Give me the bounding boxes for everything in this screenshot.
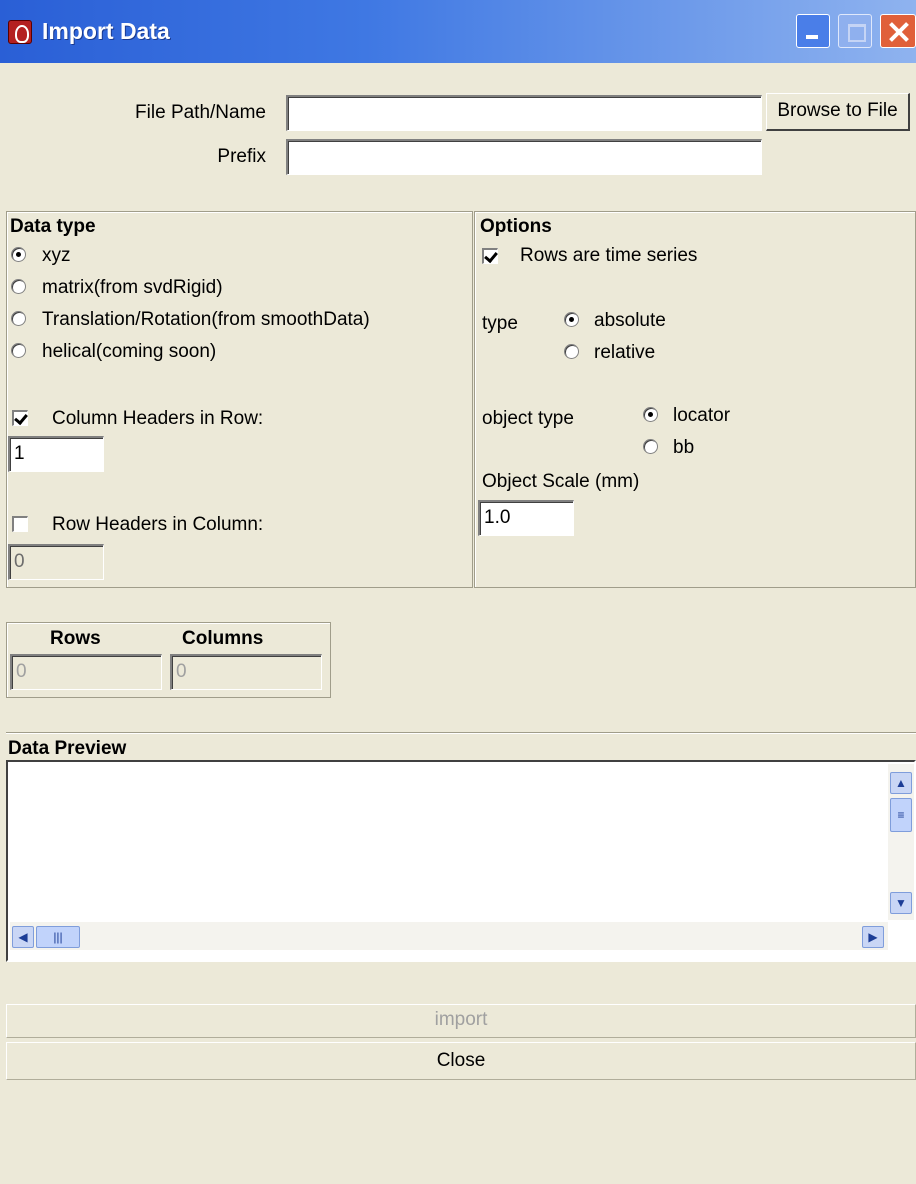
radio-relative-label: relative [594,342,656,363]
radio-locator[interactable] [643,407,658,422]
scroll-up-icon[interactable]: ▲ [890,772,912,794]
row-headers-label: Row Headers in Column: [52,514,264,535]
file-path-label: File Path/Name [135,102,266,123]
horizontal-scroll-thumb[interactable]: ||| [36,926,80,948]
radio-matrix-label: matrix(from svdRigid) [42,277,223,298]
data-preview-content [8,762,914,770]
time-series-label: Rows are time series [520,245,698,266]
columns-heading: Columns [182,628,264,649]
row-headers-checkbox[interactable] [12,516,28,532]
column-headers-checkbox[interactable] [12,410,28,426]
scroll-down-icon[interactable]: ▼ [890,892,912,914]
time-series-checkbox[interactable] [482,248,498,264]
data-preview-heading: Data Preview [8,738,127,759]
radio-translation-rotation[interactable] [11,311,26,326]
maximize-button[interactable] [838,14,872,48]
close-button[interactable]: Close [6,1042,916,1080]
radio-translation-rotation-label: Translation/Rotation(from smoothData) [42,309,370,330]
row-headers-column-input[interactable]: 0 [8,544,104,580]
horizontal-scrollbar[interactable] [10,922,888,950]
radio-locator-label: locator [673,405,731,426]
radio-helical-label: helical(coming soon) [42,341,217,362]
app-icon[interactable] [8,20,32,44]
column-headers-row-input[interactable]: 1 [8,436,104,472]
column-headers-label: Column Headers in Row: [52,408,264,429]
radio-bb-label: bb [673,437,695,458]
close-window-button[interactable] [880,14,916,48]
rows-heading: Rows [50,628,101,649]
object-type-label: object type [482,408,574,429]
radio-absolute-label: absolute [594,310,666,331]
type-label: type [482,313,518,334]
options-heading: Options [480,216,552,237]
radio-helical[interactable] [11,343,26,358]
radio-relative[interactable] [564,344,579,359]
radio-absolute[interactable] [564,312,579,327]
vertical-scroll-thumb[interactable]: ≡ [890,798,912,832]
preview-divider [6,732,916,734]
radio-xyz-label: xyz [42,245,71,266]
browse-to-file-button[interactable]: Browse to File [766,93,910,131]
scroll-right-icon[interactable]: ▶ [862,926,884,948]
columns-count-input[interactable]: 0 [170,654,322,690]
radio-xyz[interactable] [11,247,26,262]
rows-count-input[interactable]: 0 [10,654,162,690]
prefix-label: Prefix [217,146,266,167]
object-scale-input[interactable]: 1.0 [478,500,574,536]
file-path-input[interactable] [286,95,762,131]
prefix-input[interactable] [286,139,762,175]
object-scale-label: Object Scale (mm) [482,471,640,492]
minimize-button[interactable] [796,14,830,48]
import-button[interactable]: import [6,1004,916,1038]
radio-bb[interactable] [643,439,658,454]
radio-matrix[interactable] [11,279,26,294]
data-type-heading: Data type [10,216,96,237]
scroll-left-icon[interactable]: ◀ [12,926,34,948]
window-title: Import Data [42,18,170,44]
